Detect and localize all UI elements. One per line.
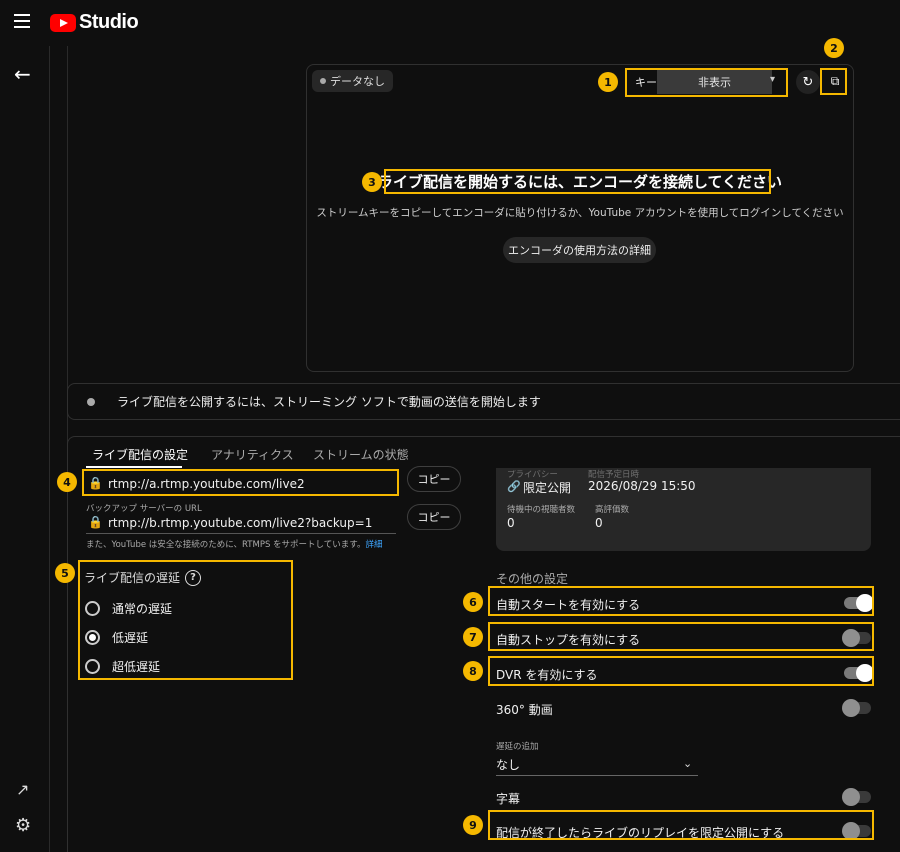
annotation-badge-4: 4 [57,472,77,492]
refresh-icon: ↻ [802,74,814,90]
settings-gear-icon[interactable]: ⚙ [15,815,31,836]
no-data-label: データなし [330,75,385,88]
rtmps-note: また、YouTube は安全な接続のために、RTMPS をサポートしています。詳… [86,540,383,550]
annotation-box-4 [82,469,399,496]
annotation-badge-1: 1 [598,72,618,92]
annotation-box-9 [488,810,874,840]
annotation-box-8 [488,656,874,686]
left-rail [0,46,50,852]
refresh-key-button[interactable]: ↻ [796,70,820,94]
video-360-toggle[interactable] [842,699,871,717]
copy-backup-url-button[interactable]: コピー [407,504,461,530]
added-delay-select[interactable]: なし [496,756,698,776]
likes-label: 高評価数 [595,505,630,515]
backup-url-label: バックアップ サーバーの URL [86,504,202,514]
connect-encoder-subtitle: ストリームキーをコピーしてエンコーダに貼り付けるか、YouTube アカウントを… [316,207,844,219]
status-banner-text: ライブ配信を公開するには、ストリーミング ソフトで動画の送信を開始します [117,395,541,409]
annotation-box-6 [488,586,874,616]
other-settings-title: その他の設定 [496,572,569,586]
likes-value: 0 [595,516,603,530]
status-banner: ライブ配信を公開するには、ストリーミング ソフトで動画の送信を開始します [67,383,900,420]
tab-analytics[interactable]: アナリティクス [211,446,294,463]
annotation-badge-9: 9 [463,815,483,835]
copy-url-button[interactable]: コピー [407,466,461,492]
no-data-chip: データなし [312,70,393,92]
annotation-badge-8: 8 [463,661,483,681]
annotation-badge-3: 3 [362,172,382,192]
annotation-badge-5: 5 [55,563,75,583]
captions-toggle[interactable] [842,788,871,806]
annotation-box-1 [625,68,788,97]
annotation-badge-6: 6 [463,592,483,612]
annotation-box-3 [384,169,771,194]
link-icon: 🔗 [507,480,521,493]
waiting-viewers-value: 0 [507,516,515,530]
annotation-box-5 [78,560,293,680]
scheduled-value: 2026/08/29 15:50 [588,479,696,493]
active-tab-indicator [86,466,182,468]
annotation-box-7 [488,622,874,651]
captions-label: 字幕 [496,792,521,806]
external-link-icon[interactable]: ↗ [16,780,29,799]
annotation-badge-2: 2 [824,38,844,58]
youtube-logo-icon [50,13,76,32]
waiting-viewers-label: 待機中の視聴者数 [507,505,576,515]
backup-url-value[interactable]: rtmp://b.rtmp.youtube.com/live2?backup=1 [108,516,372,530]
chevron-down-icon[interactable]: ⌄ [683,757,692,770]
lock-icon: 🔒 [88,515,103,529]
encoder-howto-button[interactable]: エンコーダの使用方法の詳細 [503,237,656,263]
tab-stream-settings[interactable]: ライブ配信の設定 [92,446,188,463]
added-delay-label: 遅延の追加 [496,742,539,752]
video-360-label: 360° 動画 [496,703,553,717]
backup-url-underline [86,533,396,534]
back-arrow-icon[interactable]: ← [14,62,31,86]
annotation-box-2 [820,68,847,95]
rtmps-learn-more-link[interactable]: 詳細 [365,540,382,550]
hamburger-menu-icon[interactable] [14,14,34,30]
status-dot-icon [87,397,95,406]
studio-logo[interactable]: Studio [50,11,139,34]
visibility-value: 限定公開 [523,481,572,495]
logo-text: Studio [79,11,139,33]
tab-stream-health[interactable]: ストリームの状態 [313,446,409,463]
annotation-badge-7: 7 [463,627,483,647]
status-dot-icon [320,78,326,84]
